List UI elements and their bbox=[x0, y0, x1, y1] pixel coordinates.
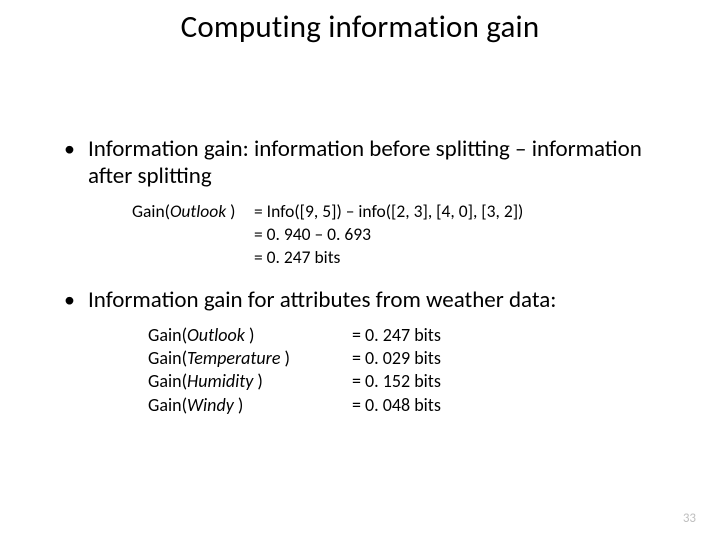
gain-prefix: Gain( bbox=[148, 324, 187, 346]
bullet-list: Information gain: information before spl… bbox=[62, 136, 672, 417]
gain-row-outlook: Gain(Outlook ) = 0. 247 bits bbox=[148, 324, 672, 347]
gain-prefix: Gain( bbox=[148, 394, 187, 416]
calc-lhs-attr: Outlook bbox=[170, 200, 226, 222]
gain-lhs: Gain(Humidity ) bbox=[148, 370, 352, 393]
gain-prefix: Gain( bbox=[148, 347, 187, 369]
gain-suffix: ) bbox=[234, 394, 244, 416]
calc-rhs-1: = Info([9, 5]) – info([2, 3], [4, 0], [3… bbox=[254, 200, 523, 223]
calc-rhs-3: = 0. 247 bits bbox=[254, 246, 672, 269]
gain-suffix: ) bbox=[280, 347, 290, 369]
gain-row-windy: Gain(Windy ) = 0. 048 bits bbox=[148, 394, 672, 417]
gain-lhs: Gain(Temperature ) bbox=[148, 347, 352, 370]
gain-value: = 0. 152 bits bbox=[352, 370, 441, 393]
gain-value: = 0. 029 bits bbox=[352, 347, 441, 370]
slide-title: Computing information gain bbox=[0, 8, 720, 46]
gain-prefix: Gain( bbox=[148, 370, 187, 392]
bullet-attributes-text: Information gain for attributes from wea… bbox=[88, 286, 556, 314]
gain-table: Gain(Outlook ) = 0. 247 bits Gain(Temper… bbox=[148, 324, 672, 418]
gain-lhs: Gain(Outlook ) bbox=[148, 324, 352, 347]
page-number: 33 bbox=[683, 511, 696, 526]
calc-lhs-prefix: Gain( bbox=[132, 200, 170, 222]
gain-attr: Windy bbox=[187, 394, 234, 416]
gain-value: = 0. 247 bits bbox=[352, 324, 441, 347]
calc-row-1: Gain(Outlook ) = Info([9, 5]) – info([2,… bbox=[132, 200, 672, 223]
gain-suffix: ) bbox=[245, 324, 255, 346]
gain-value: = 0. 048 bits bbox=[352, 394, 441, 417]
slide-body: Information gain: information before spl… bbox=[62, 136, 672, 423]
calc-lhs: Gain(Outlook ) bbox=[132, 200, 254, 223]
calc-lhs-suffix: ) bbox=[226, 200, 235, 222]
gain-attr: Outlook bbox=[187, 324, 245, 346]
calc-rhs-2: = 0. 940 – 0. 693 bbox=[254, 223, 672, 246]
gain-lhs: Gain(Windy ) bbox=[148, 394, 352, 417]
gain-suffix: ) bbox=[253, 370, 263, 392]
bullet-definition: Information gain: information before spl… bbox=[62, 136, 672, 269]
calc-block: Gain(Outlook ) = Info([9, 5]) – info([2,… bbox=[132, 200, 672, 268]
bullet-attributes: Information gain for attributes from wea… bbox=[62, 287, 672, 418]
slide: Computing information gain Information g… bbox=[0, 0, 720, 540]
bullet-definition-text: Information gain: information before spl… bbox=[88, 135, 642, 190]
gain-row-temperature: Gain(Temperature ) = 0. 029 bits bbox=[148, 347, 672, 370]
gain-attr: Humidity bbox=[187, 370, 253, 392]
gain-attr: Temperature bbox=[187, 347, 280, 369]
gain-row-humidity: Gain(Humidity ) = 0. 152 bits bbox=[148, 370, 672, 393]
